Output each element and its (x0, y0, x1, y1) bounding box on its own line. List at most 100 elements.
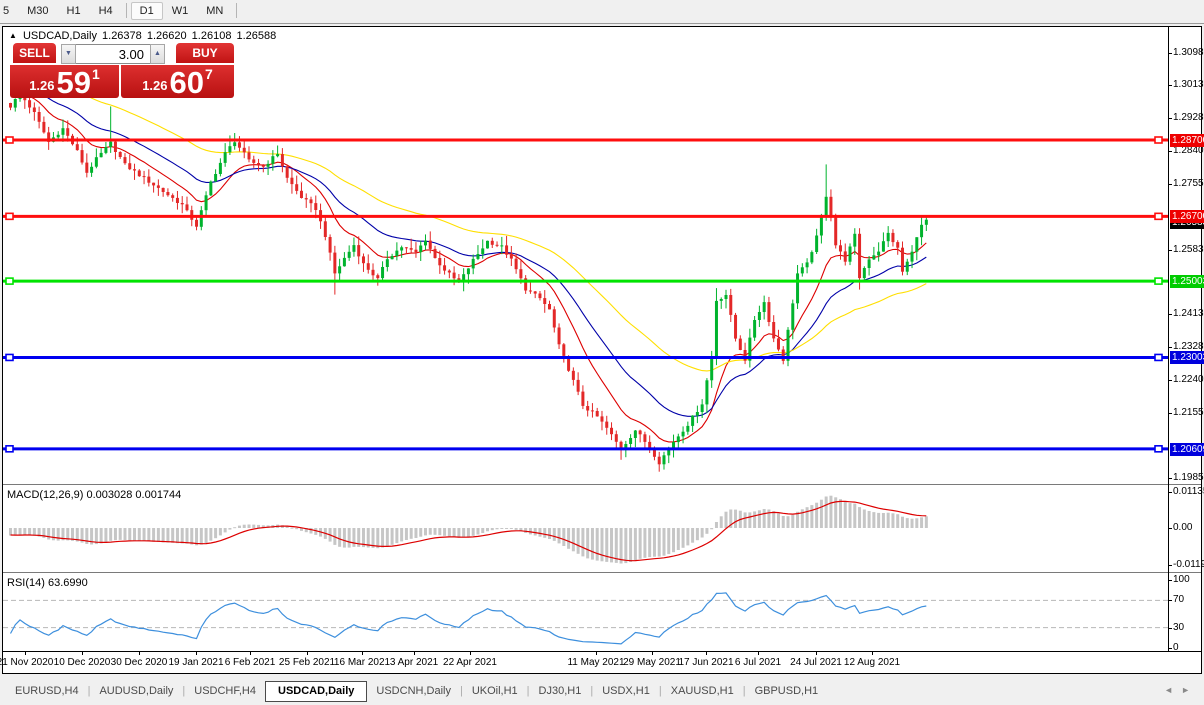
timeframe-mn-button[interactable]: MN (197, 2, 232, 20)
line-handle[interactable] (1155, 278, 1162, 284)
panel-splitter[interactable] (3, 572, 1201, 574)
line-handle[interactable] (6, 278, 13, 284)
panel-splitter[interactable] (3, 484, 1201, 486)
timeframe-h1-button[interactable]: H1 (58, 2, 90, 20)
chart-tab-eurusd[interactable]: EURUSD,H4 (6, 682, 88, 701)
chart-tab-gbpusd[interactable]: GBPUSD,H1 (746, 682, 828, 701)
chart-tab-usdchf[interactable]: USDCHF,H4 (185, 682, 265, 701)
line-handle[interactable] (6, 137, 13, 143)
macd-histogram-bar (925, 516, 928, 528)
axis-tick (1168, 628, 1172, 629)
macd-histogram-bar (405, 528, 408, 540)
chart-tab-audusd[interactable]: AUDUSD,Daily (90, 682, 182, 701)
macd-histogram-bar (190, 528, 193, 545)
macd-histogram-bar (233, 527, 236, 528)
candle-wick (411, 239, 412, 253)
macd-histogram-bar (639, 528, 642, 559)
macd-histogram-bar (476, 528, 479, 535)
axis-tick-label: 1.21555 (1173, 407, 1204, 418)
ohlc-open: 1.26378 (102, 30, 142, 42)
chart-window[interactable]: ▲ USDCAD,Daily 1.26378 1.26620 1.26108 1… (2, 26, 1202, 674)
timeframe-m30-button[interactable]: M30 (18, 2, 57, 20)
line-handle[interactable] (1155, 354, 1162, 360)
macd-histogram-bar (457, 528, 460, 538)
moving-average-26-line (11, 83, 927, 416)
candle-body (267, 164, 270, 167)
candle-body (925, 220, 928, 225)
axis-tick-label: 0.01135 (1173, 486, 1204, 497)
line-handle[interactable] (6, 446, 13, 452)
candle-body (85, 163, 88, 173)
chart-tab-xauusd[interactable]: XAUUSD,H1 (662, 682, 743, 701)
macd-histogram-bar (877, 513, 880, 528)
volume-input[interactable] (76, 44, 150, 64)
macd-histogram-bar (806, 507, 809, 528)
candle-body (228, 146, 231, 152)
candle-body (329, 237, 332, 253)
tab-scroll-right-icon[interactable]: ► (1181, 685, 1198, 695)
macd-histogram-bar (443, 528, 446, 536)
tab-scroll-left-icon[interactable]: ◄ (1164, 685, 1181, 695)
candle-body (443, 265, 446, 270)
candle-body (538, 294, 541, 299)
candle-body (123, 157, 126, 163)
candle-body (801, 267, 804, 273)
candle-body (33, 108, 36, 113)
chart-tab-usdcnh[interactable]: USDCNH,Daily (367, 682, 460, 701)
candle-body (395, 251, 398, 257)
candle-body (896, 242, 899, 248)
timeframe-m5-button[interactable]: 5 (0, 2, 18, 20)
macd-histogram-bar (486, 528, 489, 531)
macd-histogram-bar (467, 528, 470, 537)
sell-button[interactable]: SELL (13, 43, 56, 65)
axis-price-marker: 1.28700 (1170, 134, 1204, 147)
candle-body (214, 174, 217, 181)
axis-tick (1168, 565, 1172, 566)
line-handle[interactable] (6, 213, 13, 219)
axis-tick-label: 1.25830 (1173, 244, 1204, 255)
candle-body (300, 191, 303, 198)
axis-tick-label: 30 (1173, 622, 1184, 633)
line-handle[interactable] (6, 354, 13, 360)
chart-tab-usdcad[interactable]: USDCAD,Daily (265, 681, 367, 702)
macd-histogram-bar (162, 528, 165, 542)
price-axis[interactable]: 1.309801.301301.292801.284051.275551.258… (1169, 27, 1201, 673)
macd-histogram-bar (386, 528, 389, 546)
macd-histogram-bar (558, 528, 561, 543)
axis-tick (1168, 528, 1172, 529)
time-tick-label: 3 Apr 2021 (390, 657, 438, 668)
candle-body (753, 320, 756, 338)
axis-tick (1168, 492, 1172, 493)
candle-body (777, 338, 780, 349)
chart-tab-usdx[interactable]: USDX,H1 (593, 682, 659, 701)
macd-histogram-bar (195, 528, 198, 545)
sell-price-sup: 1 (92, 66, 100, 82)
macd-histogram-bar (209, 528, 212, 541)
timeframe-d1-button[interactable]: D1 (131, 2, 163, 20)
line-handle[interactable] (1155, 137, 1162, 143)
candle-body (81, 150, 84, 162)
volume-spinner: ▼ ▲ (61, 44, 165, 64)
macd-histogram-bar (672, 528, 675, 552)
chart-tab-dj30[interactable]: DJ30,H1 (530, 682, 591, 701)
line-handle[interactable] (1155, 446, 1162, 452)
timeframe-h4-button[interactable]: H4 (90, 2, 122, 20)
candle-body (562, 344, 565, 356)
candle-body (205, 195, 208, 210)
buy-price-button[interactable]: 1.26 60 7 (121, 65, 234, 98)
rsi-indicator-plot[interactable] (3, 575, 1168, 651)
volume-increase-button[interactable]: ▲ (150, 44, 165, 64)
macd-histogram-bar (734, 510, 737, 528)
macd-histogram-bar (844, 502, 847, 528)
timeframe-w1-button[interactable]: W1 (163, 2, 198, 20)
buy-button[interactable]: BUY (176, 43, 234, 65)
macd-histogram-bar (615, 528, 618, 563)
candle-body (858, 234, 861, 278)
candle-body (510, 255, 513, 259)
line-handle[interactable] (1155, 213, 1162, 219)
chart-tab-ukoil[interactable]: UKOil,H1 (463, 682, 527, 701)
time-axis[interactable]: 21 Nov 202010 Dec 202030 Dec 202019 Jan … (3, 653, 1168, 673)
volume-decrease-button[interactable]: ▼ (61, 44, 76, 64)
sell-price-button[interactable]: 1.26 59 1 (10, 65, 119, 98)
macd-histogram-bar (662, 528, 665, 556)
